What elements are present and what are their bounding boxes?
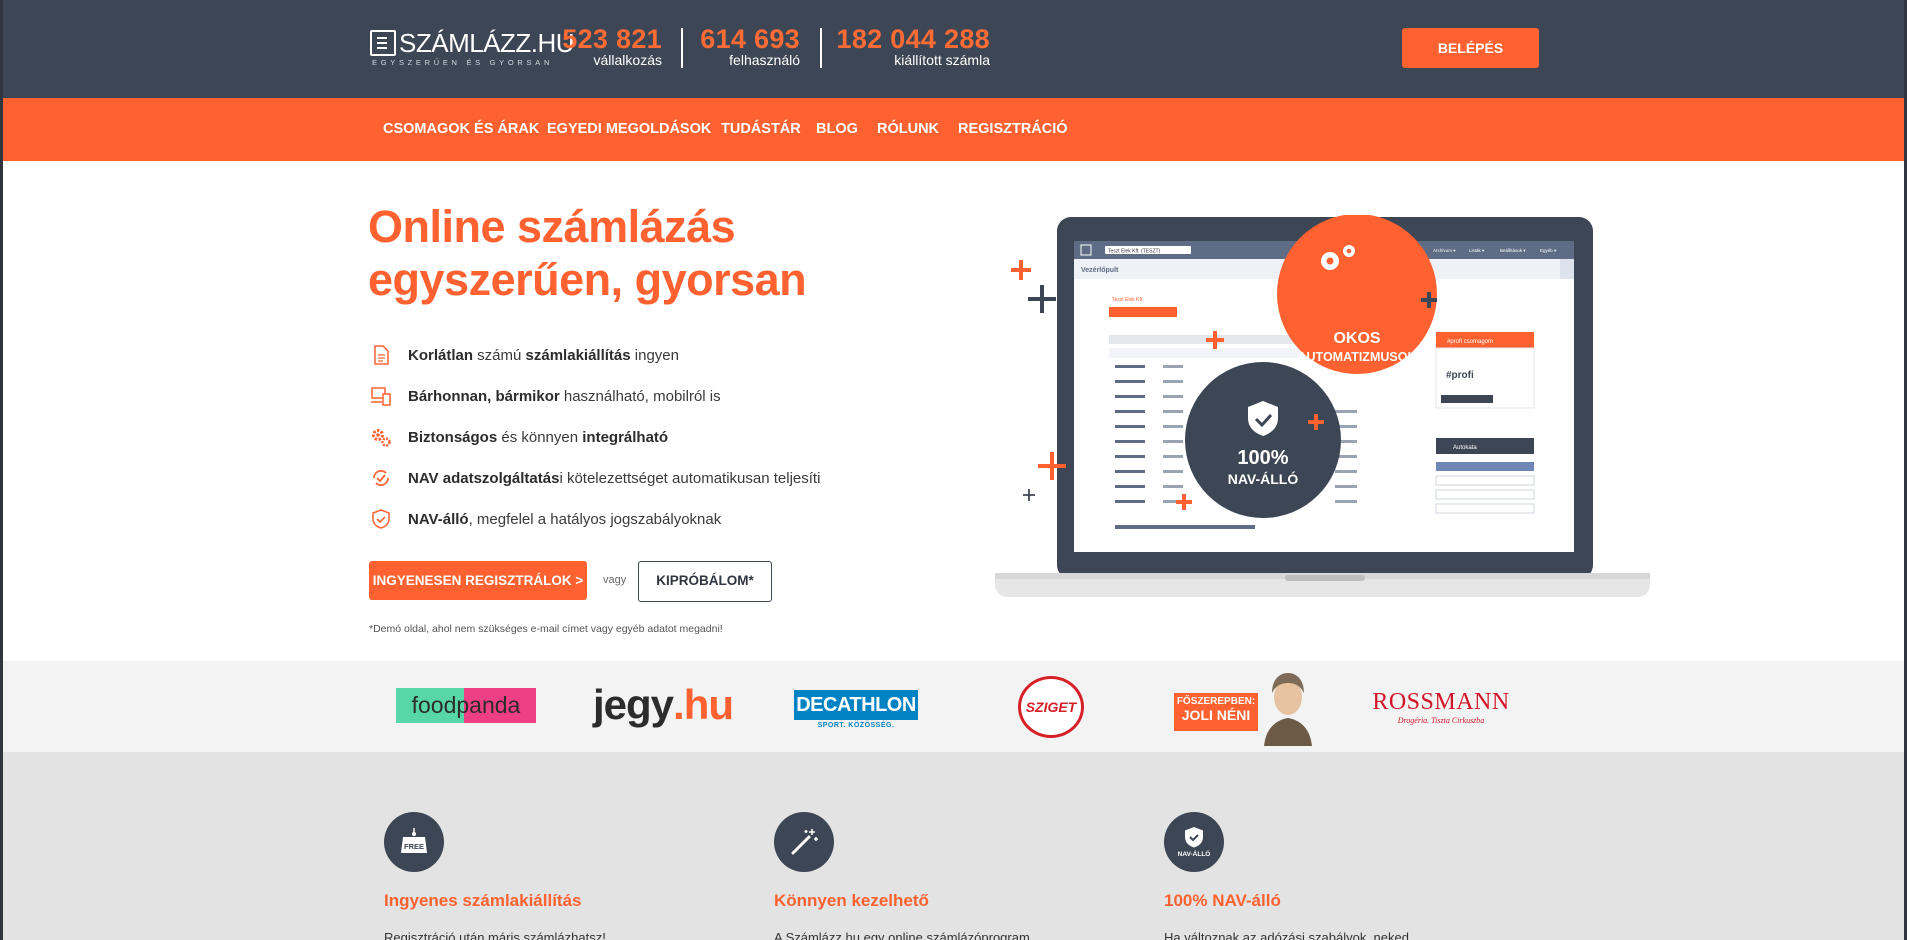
benefit-text: Regisztráció után máris számlázhatsz! bbox=[384, 930, 606, 940]
benefits-section bbox=[0, 752, 1907, 940]
try-demo-button[interactable]: KIPRÓBÁLOM* bbox=[638, 561, 772, 602]
screen-autokata: Autokata bbox=[1453, 445, 1477, 451]
stat-companies: 523 821 vállalkozás bbox=[560, 25, 662, 68]
window-edge-left bbox=[0, 0, 3, 940]
stat-divider bbox=[820, 28, 822, 68]
document-icon bbox=[374, 345, 389, 365]
stat-companies-value: 523 821 bbox=[562, 24, 662, 54]
jegy-logo-main: jegy bbox=[592, 681, 674, 728]
badge-okos-line2: AUTOMATIZMUSOK bbox=[1298, 350, 1417, 364]
main-nav: CSOMAGOK ÉS ÁRAK EGYEDI MEGOLDÁSOK TUDÁS… bbox=[0, 98, 1907, 161]
nav-item-custom-solutions[interactable]: EGYEDI MEGOLDÁSOK bbox=[547, 98, 711, 161]
devices-icon bbox=[371, 387, 391, 406]
stat-divider bbox=[681, 28, 683, 68]
sync-check-icon bbox=[373, 470, 389, 486]
badge-nav-line1: 100% bbox=[1237, 447, 1288, 469]
cta-or-label: vagy bbox=[603, 574, 627, 586]
joli-neni-banner: FŐSZEREPBEN: JOLI NÉNI bbox=[1174, 693, 1258, 731]
logo-document-icon bbox=[370, 30, 396, 56]
stat-invoices: 182 044 288 kiállított számla bbox=[836, 25, 990, 68]
partner-logos: foodpanda jegy .hu DECATHLON SPORT. KÖZÖS… bbox=[0, 661, 1907, 752]
feature-text: Bárhonnan, bármikor használható, mobilró… bbox=[408, 388, 721, 405]
foodpanda-logo[interactable]: foodpanda bbox=[396, 688, 536, 723]
laptop-illustration: Teszt Elek Kft. (TESZT) Számla ▾Archívum… bbox=[995, 215, 1650, 597]
screen-company-select: Teszt Elek Kft. (TESZT) bbox=[1108, 249, 1161, 255]
demo-note: *Demó oldal, ahol nem szükséges e-mail c… bbox=[369, 623, 723, 635]
svg-text:Teszt Elek Kft.: Teszt Elek Kft. bbox=[1112, 297, 1144, 303]
hero-title-line2: egyszerűen, gyorsan bbox=[368, 254, 807, 305]
badge-nav-line2: NAV-ÁLLÓ bbox=[1228, 470, 1299, 487]
decathlon-tagline: SPORT. KÖZÖSSÉG. bbox=[817, 721, 895, 729]
stat-users-label: felhasználó bbox=[729, 52, 800, 68]
hero-title: Online számlázás egyszerűen, gyorsan bbox=[368, 200, 807, 306]
top-bar: SZÁMLÁZZ.HU EGYSZERŰEN ÉS GYORSAN 523 82… bbox=[0, 0, 1907, 98]
benefit-title: Könnyen kezelhető bbox=[774, 891, 929, 910]
joli-neni-logo[interactable]: FŐSZEREPBEN: JOLI NÉNI bbox=[1174, 671, 1319, 746]
nav-item-about[interactable]: RÓLUNK bbox=[877, 98, 939, 161]
register-free-button[interactable]: INGYENESEN REGISZTRÁLOK > bbox=[369, 561, 587, 600]
jegy-logo-tld: .hu bbox=[673, 681, 734, 728]
svg-text:NAV-ÁLLÓ: NAV-ÁLLÓ bbox=[1178, 849, 1211, 858]
stat-invoices-value: 182 044 288 bbox=[836, 24, 990, 54]
rossmann-wordmark: ROSSMANN bbox=[1372, 689, 1510, 715]
svg-text:Archívum ▾: Archívum ▾ bbox=[1433, 248, 1456, 253]
screen-package-label: #profi csomagom bbox=[1447, 339, 1493, 345]
nav-item-blog[interactable]: BLOG bbox=[816, 98, 858, 161]
nav-item-registration[interactable]: REGISZTRÁCIÓ bbox=[958, 98, 1068, 161]
screen-package: #profi bbox=[1446, 370, 1474, 381]
svg-text:foodpanda: foodpanda bbox=[412, 692, 521, 718]
sziget-wordmark: SZIGET bbox=[1025, 699, 1077, 715]
decathlon-logo[interactable]: DECATHLON SPORT. KÖZÖSSÉG. bbox=[794, 687, 918, 731]
benefit-title: Ingyenes számlakiállítás bbox=[384, 891, 582, 910]
feature-text: NAV adatszolgáltatási kötelezettséget au… bbox=[408, 470, 821, 487]
svg-text:Beállítások ▾: Beállítások ▾ bbox=[1500, 248, 1526, 253]
gears-icon bbox=[372, 429, 391, 447]
logo-text: SZÁMLÁZZ.HU bbox=[399, 28, 575, 58]
benefit-text: A Számlázz.hu egy online számlázóprogram bbox=[774, 930, 1030, 940]
logo-tagline: EGYSZERŰEN ÉS GYORSAN bbox=[372, 58, 554, 67]
benefit-title: 100% NAV-álló bbox=[1164, 891, 1281, 910]
stat-users: 614 693 felhasználó bbox=[698, 25, 800, 68]
svg-text:Egyéb ▾: Egyéb ▾ bbox=[1540, 248, 1557, 253]
stat-companies-label: vállalkozás bbox=[593, 52, 662, 68]
svg-text:Listák ▾: Listák ▾ bbox=[1469, 248, 1485, 253]
feature-text: Biztonságos és könnyen integrálható bbox=[408, 429, 669, 446]
benefit-text: Ha változnak az adózási szabályok, neked bbox=[1164, 930, 1409, 940]
rossmann-logo[interactable]: ROSSMANN Drogéria. Tiszta Cirkuszba bbox=[1371, 685, 1511, 729]
hero-title-line1: Online számlázás bbox=[368, 201, 736, 252]
svg-text:FREE: FREE bbox=[404, 842, 424, 851]
nav-item-packages[interactable]: CSOMAGOK ÉS ÁRAK bbox=[383, 98, 539, 161]
stat-invoices-label: kiállított számla bbox=[894, 52, 990, 68]
decathlon-wordmark: DECATHLON bbox=[794, 689, 918, 720]
joli-neni-portrait bbox=[1264, 673, 1312, 746]
magic-wand-icon bbox=[774, 812, 834, 872]
jegy-hu-logo[interactable]: jegy .hu bbox=[592, 679, 734, 731]
shield-check-icon bbox=[372, 509, 390, 529]
feature-text: Korlátlan számú számlakiállítás ingyen bbox=[408, 347, 679, 364]
sziget-logo[interactable]: SZIGET bbox=[1018, 676, 1084, 738]
stat-users-value: 614 693 bbox=[700, 24, 800, 54]
screen-title: Vezérlőpult bbox=[1081, 267, 1119, 274]
foodpanda-logo-graphic: foodpanda bbox=[396, 688, 521, 723]
nav-item-knowledge-base[interactable]: TUDÁSTÁR bbox=[721, 98, 801, 161]
site-logo[interactable]: SZÁMLÁZZ.HU EGYSZERŰEN ÉS GYORSAN bbox=[370, 28, 575, 68]
feature-text: NAV-álló, megfelel a hatályos jogszabály… bbox=[408, 511, 722, 528]
shield-check-icon: NAV-ÁLLÓ bbox=[1164, 812, 1224, 872]
free-tag-icon: FREE bbox=[384, 812, 444, 872]
rossmann-tagline: Drogéria. Tiszta Cirkuszba bbox=[1397, 716, 1485, 725]
login-button[interactable]: BELÉPÉS bbox=[1402, 28, 1539, 68]
badge-okos-line1: OKOS bbox=[1333, 330, 1380, 347]
